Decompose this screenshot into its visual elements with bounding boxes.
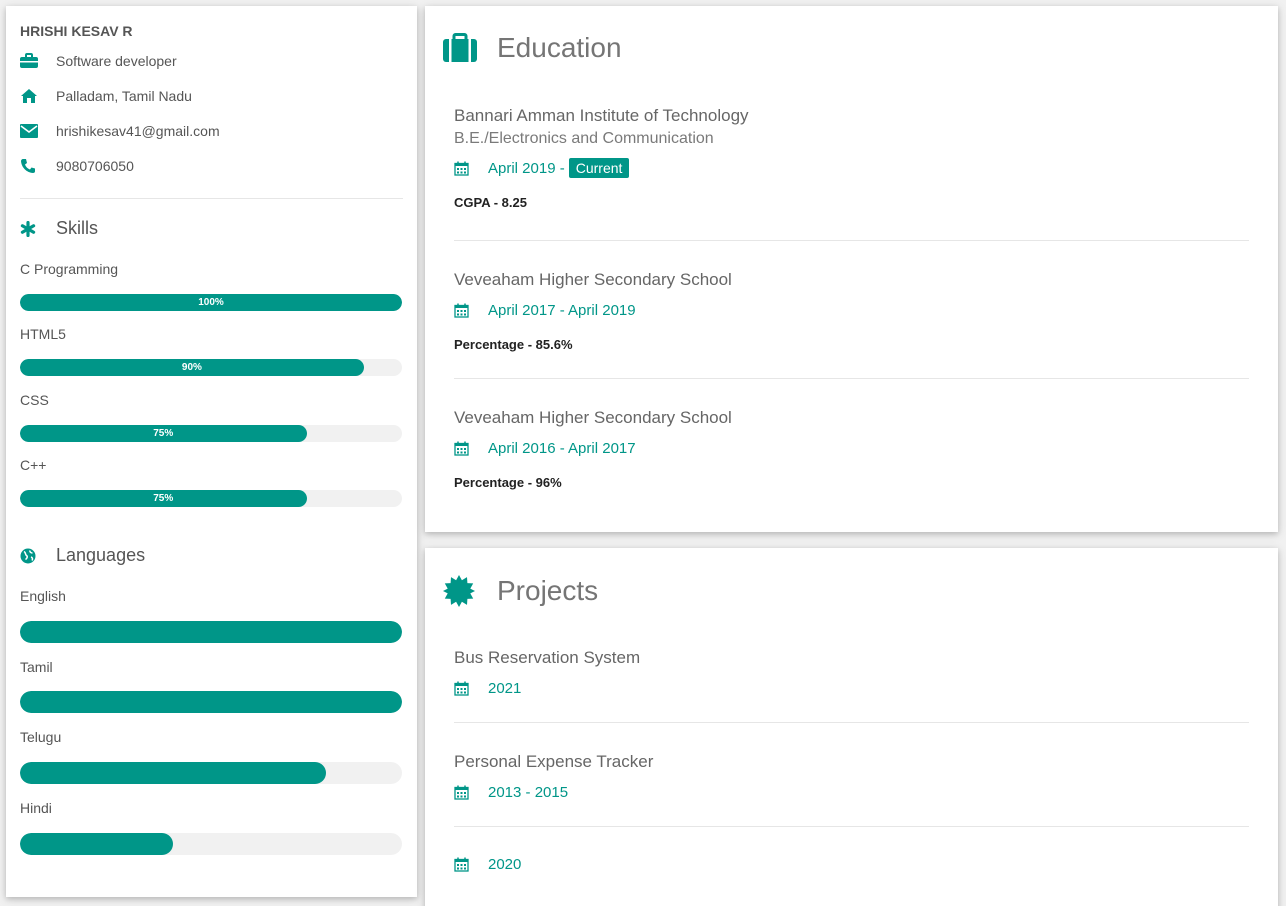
profile-card: HRISHI KESAV R Software developer Pallad… <box>6 6 417 897</box>
briefcase-icon <box>20 53 56 69</box>
projects-title: Projects <box>497 575 599 606</box>
calendar-icon <box>454 681 488 696</box>
location-text: Palladam, Tamil Nadu <box>56 88 192 104</box>
globe-icon <box>20 548 56 564</box>
skill-label: C++ <box>20 457 47 473</box>
project-title: Bus Reservation System <box>454 648 641 667</box>
skill-bar: 100% <box>20 294 402 311</box>
date-range: April 2019 - <box>488 159 565 177</box>
languages-heading-text: Languages <box>56 545 146 565</box>
phone-text: 9080706050 <box>56 158 134 174</box>
home-icon <box>20 88 56 104</box>
degree-text: B.E./Electronics and Communication <box>454 130 714 147</box>
date-range: 2020 <box>488 856 522 873</box>
date-row: 2020 <box>454 856 1249 873</box>
job-title-row: Software developer <box>20 53 177 69</box>
calendar-icon <box>454 303 488 318</box>
languages-heading: Languages <box>20 545 145 566</box>
skill-bar: 75% <box>20 490 402 507</box>
education-entry: Veveaham Higher Secondary School April 2… <box>454 408 1249 490</box>
education-header: Education <box>443 32 622 64</box>
language-bar <box>20 691 402 713</box>
suitcase-icon <box>443 33 497 63</box>
institution-name: Veveaham Higher Secondary School <box>454 270 732 289</box>
grade-text: CGPA - 8.25 <box>454 195 527 210</box>
entry-divider <box>454 378 1249 379</box>
entry-divider <box>454 722 1249 723</box>
projects-header: Projects <box>443 575 598 607</box>
language-bar-fill <box>20 762 326 784</box>
education-card: Education Bannari Amman Institute of Tec… <box>425 6 1278 532</box>
current-badge: Current <box>568 158 630 178</box>
skill-bar: 90% <box>20 359 402 376</box>
skills-heading: Skills <box>20 218 98 239</box>
education-entry: Veveaham Higher Secondary School April 2… <box>454 270 1249 352</box>
language-bar-fill <box>20 691 402 713</box>
date-range: April 2016 - April 2017 <box>488 440 636 457</box>
skill-label: HTML5 <box>20 326 66 342</box>
phone-row: 9080706050 <box>20 158 134 174</box>
profile-name: HRISHI KESAV R <box>20 23 133 39</box>
skill-bar: 75% <box>20 425 402 442</box>
skill-bar-fill: 90% <box>20 359 364 376</box>
grade-text: Percentage - 96% <box>454 475 562 490</box>
date-range: 2021 <box>488 680 522 697</box>
project-title: Personal Expense Tracker <box>454 752 654 771</box>
date-row: April 2017 - April 2019 <box>454 302 1249 319</box>
project-entry: Personal Expense Tracker 2013 - 2015 <box>454 752 1249 801</box>
divider <box>20 198 403 199</box>
email-row: hrishikesav41@gmail.com <box>20 123 220 139</box>
entry-divider <box>454 240 1249 241</box>
language-label: English <box>20 588 66 604</box>
language-label: Tamil <box>20 659 53 675</box>
calendar-icon <box>454 785 488 800</box>
location-row: Palladam, Tamil Nadu <box>20 88 192 104</box>
language-label: Telugu <box>20 729 62 745</box>
skill-bar-fill: 100% <box>20 294 402 311</box>
date-range: 2013 - 2015 <box>488 784 569 801</box>
skills-heading-text: Skills <box>56 218 99 238</box>
phone-icon <box>20 158 56 174</box>
skill-label: C Programming <box>20 261 119 277</box>
grade-text: Percentage - 85.6% <box>454 337 573 352</box>
date-row: April 2019 - Current <box>454 158 1249 178</box>
calendar-icon <box>454 441 488 456</box>
language-bar-fill <box>20 833 173 855</box>
job-title: Software developer <box>56 53 177 69</box>
envelope-icon <box>20 124 56 138</box>
date-row: 2013 - 2015 <box>454 784 1249 801</box>
email-text: hrishikesav41@gmail.com <box>56 123 220 139</box>
asterisk-icon <box>20 220 56 237</box>
language-bar <box>20 762 402 784</box>
skill-bar-fill: 75% <box>20 425 307 442</box>
projects-card: Projects Bus Reservation System 2021 Per… <box>425 548 1278 906</box>
institution-name: Bannari Amman Institute of Technology <box>454 106 749 125</box>
skill-label: CSS <box>20 392 49 408</box>
language-bar <box>20 621 402 643</box>
certificate-icon <box>443 575 497 607</box>
project-entry: 2020 <box>454 856 1249 873</box>
calendar-icon <box>454 161 488 176</box>
education-entry: Bannari Amman Institute of Technology B.… <box>454 106 1249 210</box>
date-row: April 2016 - April 2017 <box>454 440 1249 457</box>
institution-name: Veveaham Higher Secondary School <box>454 408 732 427</box>
language-label: Hindi <box>20 800 52 816</box>
date-range: April 2017 - April 2019 <box>488 302 636 319</box>
entry-divider <box>454 826 1249 827</box>
date-row: 2021 <box>454 680 1249 697</box>
language-bar <box>20 833 402 855</box>
skill-bar-fill: 75% <box>20 490 307 507</box>
education-title: Education <box>497 32 622 63</box>
language-bar-fill <box>20 621 402 643</box>
project-entry: Bus Reservation System 2021 <box>454 648 1249 697</box>
calendar-icon <box>454 857 488 872</box>
